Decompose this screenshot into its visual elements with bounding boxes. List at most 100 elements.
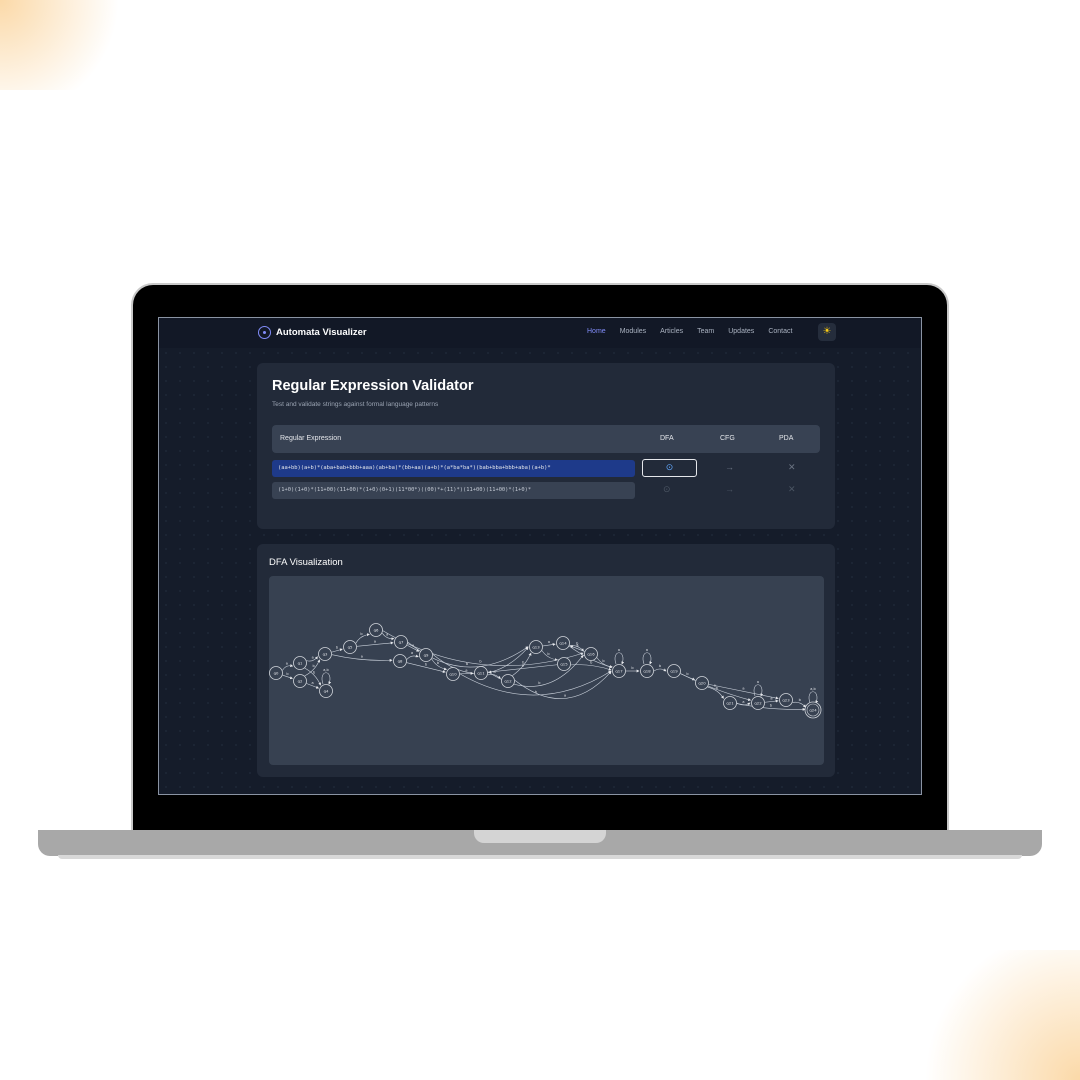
transition-label: a [374, 640, 376, 644]
transition-label: b [799, 698, 802, 702]
transition-label: a [770, 697, 772, 701]
transition-label: a [494, 670, 496, 674]
app-title: Automata Visualizer [276, 327, 367, 338]
nav-updates[interactable]: Updates [728, 328, 754, 335]
dfa-button[interactable]: ⊙ [642, 459, 697, 477]
transition-label: a [548, 640, 550, 644]
transition-label: a [742, 686, 744, 690]
col-cfg: CFG [720, 435, 735, 442]
state-label: q21 [726, 700, 734, 705]
transition-label: b [313, 670, 316, 674]
state-label: q17 [615, 668, 623, 673]
nav-team[interactable]: Team [697, 328, 714, 335]
transition-label: a,b [323, 668, 329, 672]
navbar: Automata Visualizer Home Modules Article… [159, 318, 921, 348]
close-icon: ✕ [788, 462, 796, 472]
screen: Automata Visualizer Home Modules Article… [158, 317, 922, 795]
state-label: q14 [559, 640, 567, 645]
theme-toggle-button[interactable]: ☀ [818, 323, 836, 341]
state-label: q9 [424, 652, 429, 657]
target-icon: ⊙ [665, 462, 674, 472]
state-label: q5 [348, 644, 353, 649]
table-header: Regular Expression DFA CFG PDA [272, 425, 820, 453]
nav-contact[interactable]: Contact [768, 328, 792, 335]
transition-label: a [646, 648, 648, 652]
nav-home[interactable]: Home [587, 328, 606, 335]
state-label: q18 [643, 668, 651, 673]
nav-modules[interactable]: Modules [620, 328, 646, 335]
close-icon: ✕ [788, 484, 796, 494]
state-label: q0 [274, 670, 279, 675]
arrow-right-icon: → [725, 462, 734, 472]
state-label: q15 [560, 661, 568, 666]
page-subtitle: Test and validate strings against formal… [272, 401, 439, 408]
arrow-right-icon: → [725, 484, 734, 494]
logo[interactable]: Automata Visualizer [258, 326, 367, 339]
cfg-button[interactable]: → [725, 462, 734, 472]
dfa-graph: abababa,bbabaabababbaababbaabbaababababb… [269, 623, 822, 719]
state-label: q24 [809, 707, 817, 712]
regex-row[interactable]: (1+0)(1+0)*(11+00)(11+00)*(1+0)(0+1)(11*… [272, 482, 635, 499]
transition-label: a [411, 651, 413, 655]
transition-label: b [437, 661, 440, 665]
transition-label: a [361, 654, 363, 658]
transition-label: b [547, 652, 550, 656]
col-pda: PDA [779, 435, 794, 442]
page-title: Regular Expression Validator [272, 378, 474, 394]
dfa-canvas[interactable]: abababa,bbabaabababbaababbaabbaababababb… [269, 576, 824, 765]
state-label: q19 [670, 668, 678, 673]
state-label: q6 [374, 627, 379, 632]
transition-label: a [576, 644, 578, 648]
state-label: q4 [324, 688, 329, 693]
laptop-notch [474, 830, 606, 843]
cfg-button[interactable]: → [725, 484, 734, 494]
transition-edge [642, 652, 653, 665]
transition-edge [792, 701, 806, 708]
transition-label: b [479, 659, 482, 663]
transition-label: b [336, 646, 339, 650]
dfa-card: DFA Visualization abababa,bbabaabababbaa… [257, 544, 835, 777]
state-label: q2 [298, 678, 303, 683]
logo-icon [258, 326, 271, 339]
transition-label: a [286, 661, 288, 665]
state-label: q16 [587, 651, 595, 656]
transition-label: b [360, 632, 363, 636]
nav-articles[interactable]: Articles [660, 328, 683, 335]
laptop-base-shadow [58, 855, 1022, 859]
transition-label: a [311, 681, 313, 685]
transition-edge [614, 652, 625, 665]
transition-label: a [564, 693, 566, 697]
transition-label: b [590, 660, 593, 664]
transition-edge [282, 664, 294, 671]
background-glow [0, 0, 130, 90]
transition-label: b [686, 672, 689, 676]
col-regex: Regular Expression [280, 435, 342, 442]
transition-label: a,b [810, 687, 816, 691]
pda-button[interactable]: ✕ [788, 462, 796, 473]
transition-edge [321, 672, 332, 685]
state-label: q12 [504, 678, 512, 683]
dfa-button[interactable]: ⊙ [663, 484, 671, 495]
pda-button[interactable]: ✕ [788, 484, 796, 495]
transition-label: a [757, 680, 759, 684]
state-label: q7 [399, 639, 404, 644]
target-icon: ⊙ [663, 484, 671, 494]
transition-label: b [631, 666, 634, 670]
transition-label: b [425, 662, 428, 666]
transition-label: b [716, 686, 719, 690]
transition-label: a [742, 700, 744, 704]
transition-edge [542, 643, 556, 647]
state-label: q11 [477, 670, 485, 675]
regex-row[interactable]: (aa+bb)(a+b)*(aba+bab+bbb+aaa)(ab+ba)*(b… [272, 460, 635, 477]
transition-edge [431, 658, 448, 671]
background-glow [920, 950, 1080, 1080]
transition-label: b [659, 664, 662, 668]
sun-icon: ☀ [822, 326, 832, 337]
transition-edge [653, 668, 667, 672]
transition-label: a [465, 669, 467, 673]
transition-edge [764, 699, 779, 703]
transition-label: b [602, 659, 605, 663]
transition-label: a [618, 648, 620, 652]
transition-label: b [286, 672, 289, 676]
state-label: q1 [298, 660, 303, 665]
